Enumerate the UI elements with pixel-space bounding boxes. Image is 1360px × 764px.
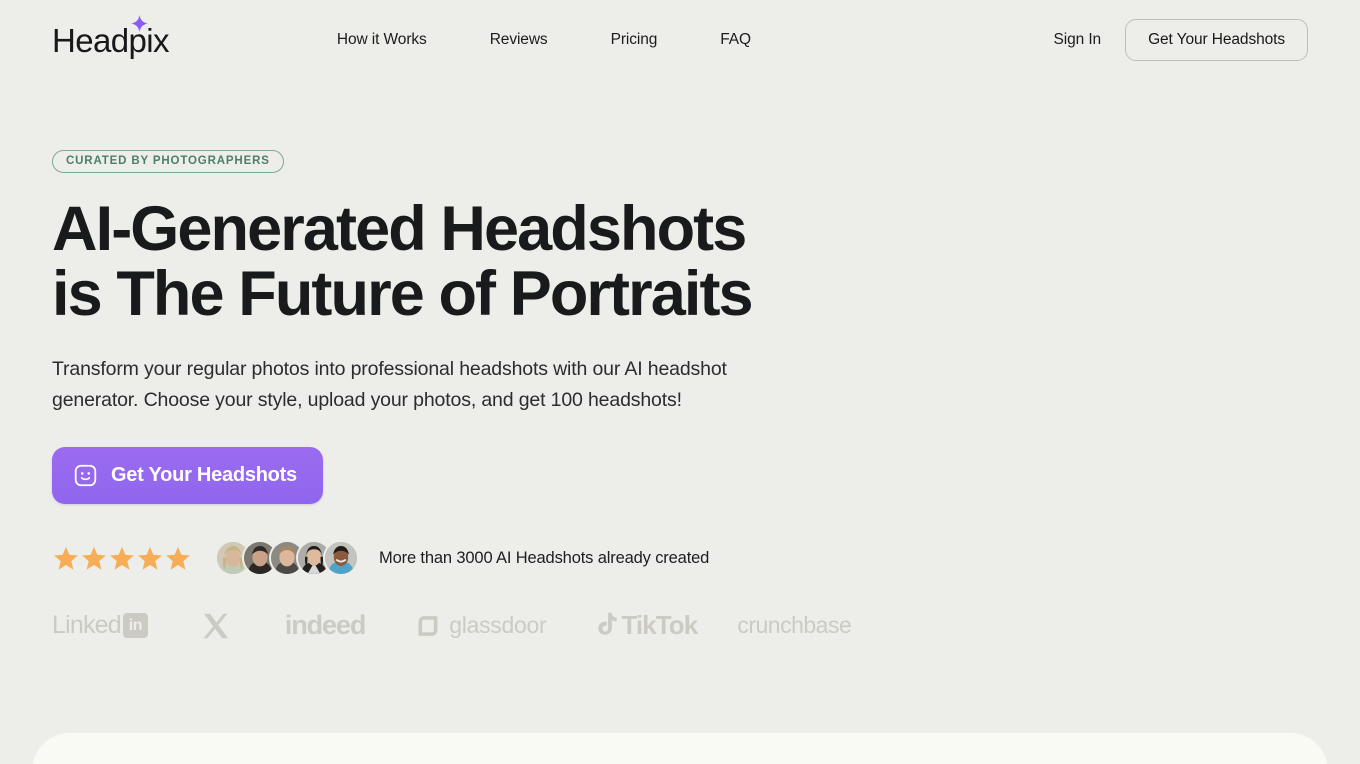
hero-get-headshots-button[interactable]: Get Your Headshots <box>52 447 323 504</box>
header-get-headshots-button[interactable]: Get Your Headshots <box>1125 19 1308 61</box>
star-icon <box>54 546 78 570</box>
star-icon <box>110 546 134 570</box>
glassdoor-mark <box>418 615 438 636</box>
nav-link-pricing[interactable]: Pricing <box>611 31 658 49</box>
headline-line-1: AI-Generated Headshots <box>52 194 747 264</box>
logo-text: Headpix <box>52 21 169 59</box>
avatar <box>323 540 359 576</box>
social-proof: More than 3000 AI Headshots already crea… <box>52 540 812 576</box>
star-icon <box>166 546 190 570</box>
indeed-logo: indeed <box>284 610 367 641</box>
glassdoor-logo: glassdoor <box>417 612 547 639</box>
tiktok-logo: TikTok <box>592 610 698 641</box>
x-logo <box>201 611 231 641</box>
social-proof-text: More than 3000 AI Headshots already crea… <box>379 548 710 567</box>
brand-logo-strip: Linked in indeed glassdoor TikTok crunch… <box>52 610 852 641</box>
customer-avatars <box>215 540 359 576</box>
next-section-panel <box>32 733 1328 764</box>
site-header: Headpix How it Works Reviews Pricing FAQ… <box>0 0 1360 80</box>
headline-line-2: is The Future of Portraits <box>52 259 754 329</box>
star-icon <box>138 546 162 570</box>
linkedin-badge: in <box>122 613 148 638</box>
linkedin-logo: Linked in <box>52 611 148 640</box>
indeed-wordmark: indeed <box>284 610 367 640</box>
curated-badge: CURATED BY PHOTOGRAPHERS <box>52 150 284 173</box>
glassdoor-wordmark: glassdoor <box>449 612 547 638</box>
page-title: AI-Generated Headshots is The Future of … <box>52 197 772 327</box>
sparkle-icon <box>131 14 148 32</box>
smiley-face-icon <box>73 463 98 488</box>
rating-stars <box>52 545 192 572</box>
hero-cta-label: Get Your Headshots <box>111 464 297 486</box>
crunchbase-logo: crunchbase <box>737 612 851 639</box>
hero-subtitle: Transform your regular photos into profe… <box>52 358 727 411</box>
sign-in-link[interactable]: Sign In <box>1054 31 1102 49</box>
logo[interactable]: Headpix <box>52 14 169 59</box>
main-navigation: How it Works Reviews Pricing FAQ <box>337 31 751 49</box>
header-actions: Sign In Get Your Headshots <box>1054 19 1308 61</box>
nav-link-reviews[interactable]: Reviews <box>490 31 548 49</box>
nav-link-faq[interactable]: FAQ <box>720 31 751 49</box>
tiktok-note-icon <box>598 612 618 635</box>
crunchbase-wordmark: crunchbase <box>737 612 852 638</box>
nav-link-how-it-works[interactable]: How it Works <box>337 31 427 49</box>
linkedin-wordmark: Linked <box>52 611 122 639</box>
tiktok-wordmark: TikTok <box>621 610 698 640</box>
hero-section: CURATED BY PHOTOGRAPHERS AI-Generated He… <box>52 150 852 641</box>
star-icon <box>82 546 106 570</box>
